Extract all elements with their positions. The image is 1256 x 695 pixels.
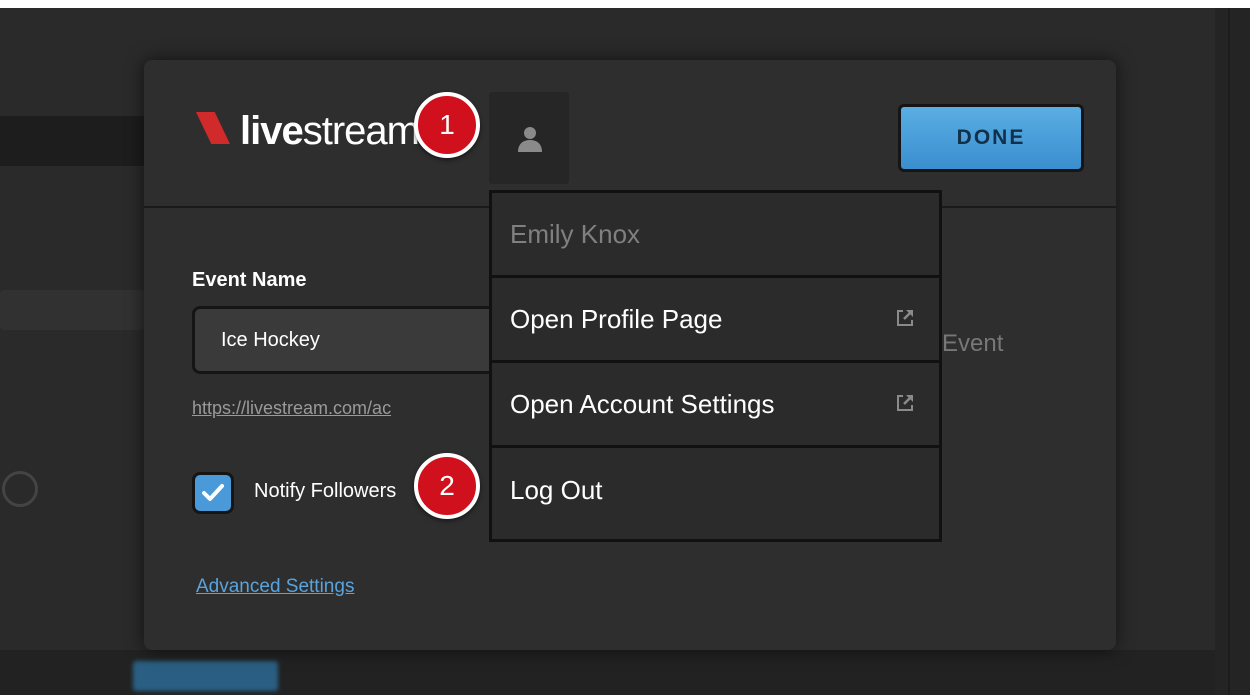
background-toolbar (0, 116, 145, 166)
advanced-settings-link[interactable]: Advanced Settings (196, 576, 354, 598)
done-button[interactable]: DONE (898, 104, 1084, 172)
background-divider (1228, 8, 1230, 695)
external-link-icon (897, 395, 913, 411)
event-url-link[interactable]: https://livestream.com/ac (192, 398, 492, 419)
logo-text-bold: live (240, 109, 304, 153)
profile-button[interactable] (489, 92, 569, 184)
notify-followers-checkbox[interactable] (192, 472, 234, 514)
background-bottom-button (133, 661, 278, 691)
background-right-panel (1215, 8, 1250, 695)
annotation-marker-1: 1 (414, 92, 480, 158)
annotation-marker-2: 2 (414, 453, 480, 519)
person-icon (518, 127, 542, 152)
app-screen: livestream DONE Event Name Ice Hockey ht… (0, 8, 1250, 695)
notify-followers-label: Notify Followers (254, 480, 397, 502)
background-toggle (2, 471, 38, 507)
menu-item-label: Open Account Settings (510, 388, 775, 419)
event-suffix-text: Event (942, 330, 1004, 357)
external-link-icon (897, 310, 913, 326)
menu-item-log-out[interactable]: Log Out (492, 448, 939, 533)
logo-text-regular: stream (302, 109, 420, 153)
menu-item-label: Log Out (510, 475, 603, 505)
checkmark-icon (202, 484, 224, 501)
menu-user-name: Emily Knox (492, 193, 939, 278)
menu-item-open-account-settings[interactable]: Open Account Settings (492, 363, 939, 448)
livestream-logo: livestream (196, 102, 420, 162)
profile-dropdown-menu: Emily Knox Open Profile Page Open Accoun… (489, 190, 942, 542)
menu-item-label: Open Profile Page (510, 303, 723, 334)
logo-mark-icon (196, 112, 230, 144)
menu-item-open-profile-page[interactable]: Open Profile Page (492, 278, 939, 363)
background-field (0, 290, 145, 330)
event-name-label: Event Name (192, 269, 307, 291)
